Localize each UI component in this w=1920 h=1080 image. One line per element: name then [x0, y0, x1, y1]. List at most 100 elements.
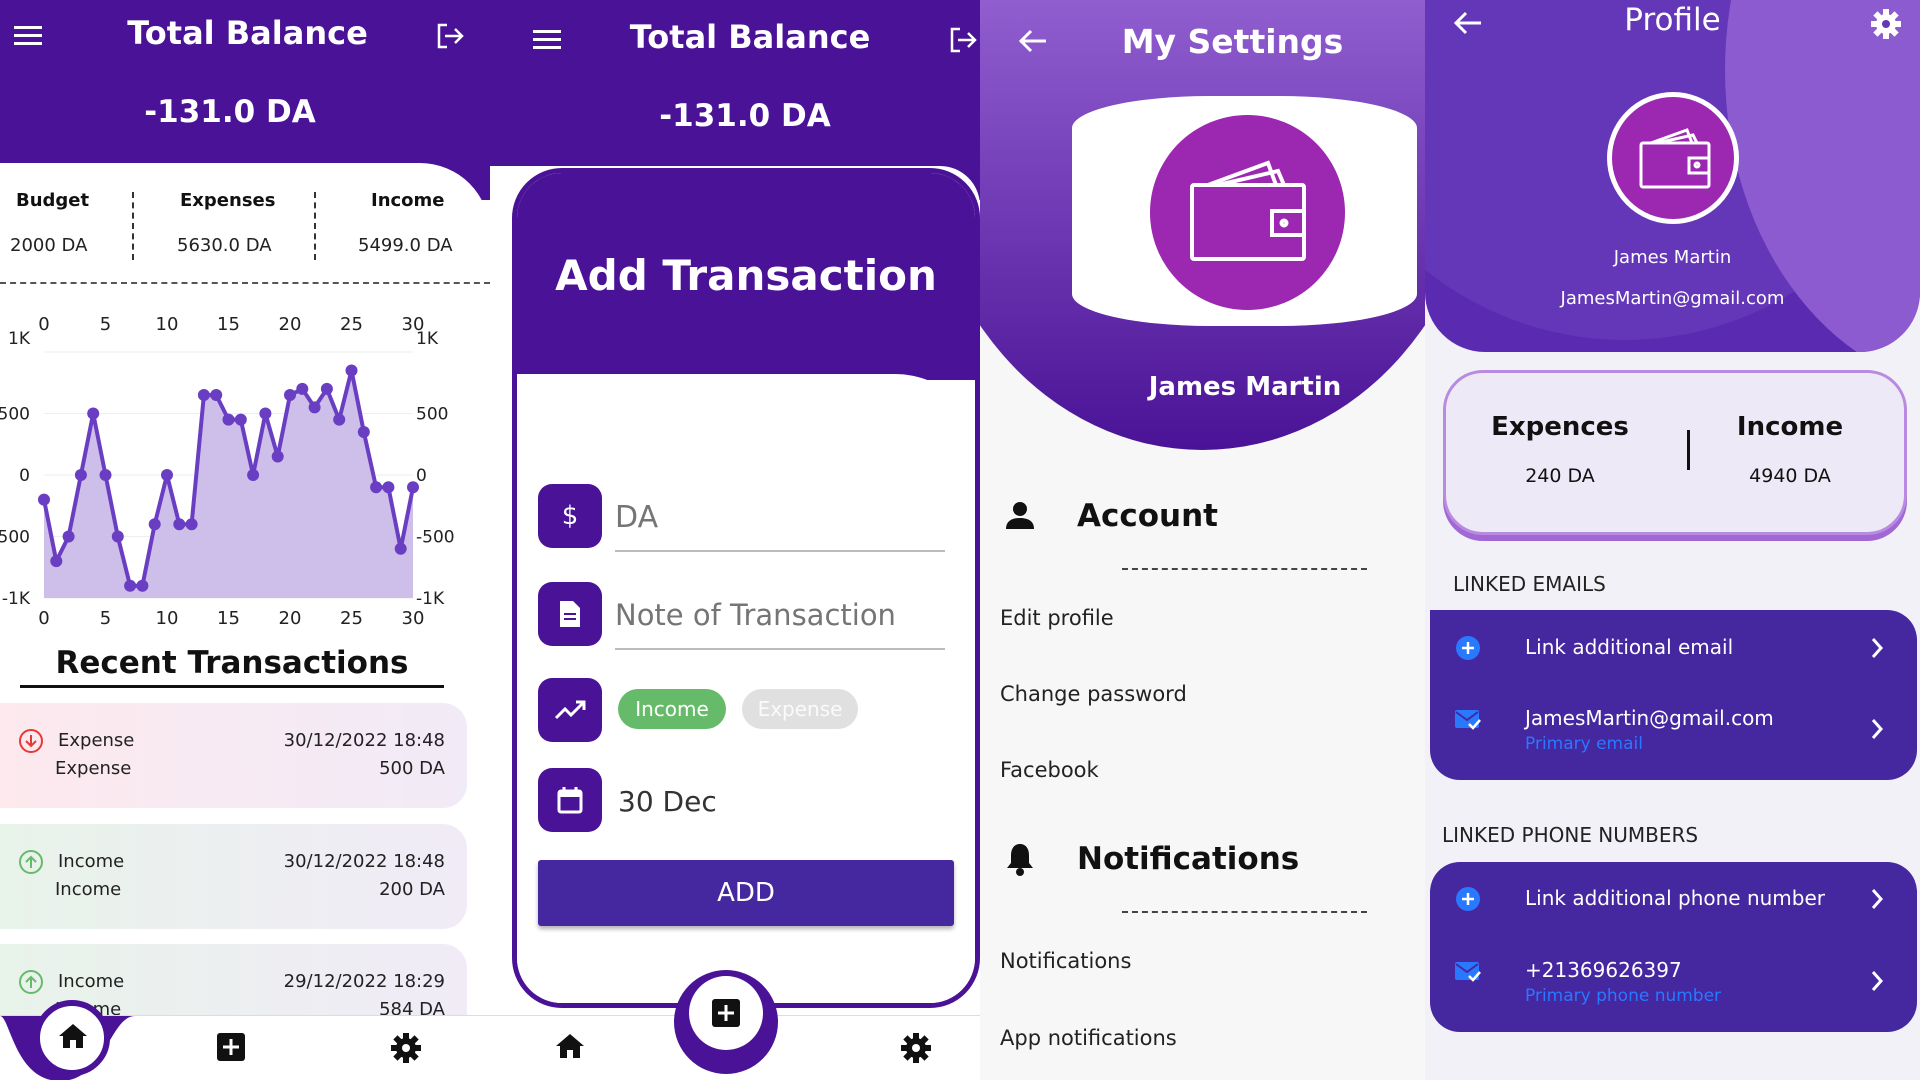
- expences-value: 240 DA: [1525, 465, 1595, 487]
- data-point: [222, 413, 235, 426]
- section-divider: [1122, 911, 1367, 913]
- data-point: [296, 382, 309, 395]
- transaction-row[interactable]: Expense Expense 30/12/2022 18:48 500 DA: [0, 703, 467, 808]
- note-icon-box: [538, 582, 602, 646]
- income-arrow-icon: [18, 849, 44, 875]
- wallet-icon: [1190, 160, 1306, 261]
- y-tick-label: -500: [416, 528, 455, 548]
- data-point: [99, 469, 112, 481]
- home-icon: [59, 1024, 87, 1048]
- facebook-item[interactable]: Facebook: [1000, 758, 1099, 782]
- x-tick-label: 20: [279, 608, 302, 629]
- y-tick-label: -500: [0, 528, 30, 548]
- x-tick-label: 5: [100, 608, 111, 629]
- data-point: [50, 555, 63, 568]
- data-point: [124, 579, 137, 592]
- budget-value: 2000 DA: [10, 235, 88, 256]
- link-phone-row[interactable]: Link additional phone number: [1430, 870, 1917, 925]
- transaction-date: 29/12/2022 18:29: [283, 971, 445, 992]
- data-point: [62, 530, 75, 543]
- x-tick-label: 10: [156, 314, 179, 335]
- add-tab[interactable]: [216, 1032, 246, 1062]
- settings-tab[interactable]: [390, 1032, 422, 1064]
- data-point: [320, 382, 333, 395]
- link-email-label: Link additional email: [1525, 635, 1734, 659]
- add-box-icon: [712, 999, 740, 1027]
- user-name: James Martin: [1148, 372, 1342, 402]
- profile-email: JamesMartin@gmail.com: [1560, 288, 1785, 309]
- income-chip[interactable]: Income: [618, 689, 726, 729]
- note-underline: [615, 648, 945, 650]
- x-tick-label: 0: [38, 608, 49, 629]
- page-title: Total Balance: [127, 14, 368, 52]
- document-icon: [560, 601, 580, 627]
- add-button[interactable]: ADD: [538, 860, 954, 926]
- note-input[interactable]: [615, 592, 945, 638]
- edit-profile-item[interactable]: Edit profile: [1000, 606, 1114, 630]
- settings-tab[interactable]: [900, 1032, 932, 1064]
- notifications-item[interactable]: Notifications: [1000, 949, 1131, 973]
- dollar-icon: $: [561, 501, 579, 531]
- mail-check-icon: [1455, 962, 1481, 982]
- logout-icon[interactable]: [948, 26, 978, 54]
- stats-card: [0, 163, 490, 293]
- home-tab[interactable]: [555, 1032, 585, 1060]
- phone-value: +21369626397: [1525, 958, 1682, 982]
- transaction-date: 30/12/2022 18:48: [283, 730, 445, 751]
- menu-icon[interactable]: [533, 28, 563, 52]
- menu-icon[interactable]: [14, 24, 44, 48]
- data-point: [148, 518, 161, 531]
- x-tick-label: 10: [156, 608, 179, 629]
- account-heading: Account: [1077, 498, 1218, 534]
- income-value: 5499.0 DA: [358, 235, 453, 256]
- data-point: [259, 407, 272, 420]
- transaction-note: Income: [55, 879, 122, 900]
- stats-divider: [314, 192, 316, 260]
- transaction-date: 30/12/2022 18:48: [283, 851, 445, 872]
- phone-row[interactable]: +21369626397 Primary phone number: [1430, 940, 1917, 1015]
- transaction-type: Income: [58, 851, 125, 872]
- data-point: [210, 389, 223, 402]
- home-tab[interactable]: [34, 1000, 110, 1076]
- email-value: JamesMartin@gmail.com: [1525, 706, 1774, 730]
- dashed-separator: [0, 282, 490, 284]
- logout-icon[interactable]: [435, 22, 465, 50]
- data-point: [308, 401, 321, 414]
- y-tick-label: -1K: [2, 589, 31, 609]
- x-tick-label: 25: [340, 608, 363, 629]
- transaction-note: Expense: [55, 758, 132, 779]
- add-circle-icon: [1456, 887, 1480, 911]
- x-tick-label: 15: [217, 608, 240, 629]
- type-icon-box: [538, 678, 602, 742]
- back-arrow-icon[interactable]: [1453, 10, 1483, 36]
- data-point: [382, 481, 395, 494]
- page-title: Total Balance: [629, 18, 871, 56]
- y-tick-label: 500: [0, 405, 30, 425]
- y-tick-label: 1K: [416, 329, 439, 349]
- data-point: [111, 530, 124, 543]
- data-point: [161, 469, 173, 481]
- date-value[interactable]: 30 Dec: [618, 785, 717, 818]
- back-arrow-icon[interactable]: [1018, 28, 1048, 54]
- settings-screen: My Settings James Martin Account Edit pr…: [980, 0, 1425, 1080]
- expense-chip[interactable]: Expense: [742, 689, 858, 729]
- gear-icon[interactable]: [1870, 8, 1902, 40]
- income-value: 4940 DA: [1749, 465, 1831, 487]
- expense-arrow-icon: [18, 728, 44, 754]
- add-tab[interactable]: [689, 976, 763, 1050]
- section-divider: [1122, 568, 1367, 570]
- dashboard-screen: Total Balance -131.0 DA Budget 2000 DA E…: [0, 0, 490, 1080]
- app-notifications-item[interactable]: App notifications: [1000, 1026, 1177, 1050]
- link-email-row[interactable]: Link additional email: [1430, 620, 1917, 675]
- transaction-amount: 500 DA: [379, 758, 445, 779]
- change-password-item[interactable]: Change password: [1000, 682, 1187, 706]
- amount-input[interactable]: [615, 494, 945, 540]
- transaction-row[interactable]: Income Income 30/12/2022 18:48 200 DA: [0, 824, 467, 929]
- expences-label: Expences: [1491, 412, 1629, 442]
- gear-icon: [391, 1033, 421, 1063]
- expenses-value: 5630.0 DA: [177, 235, 272, 256]
- date-icon-box: [538, 768, 602, 832]
- email-row[interactable]: JamesMartin@gmail.com Primary email: [1430, 690, 1917, 765]
- card-title: Add Transaction: [555, 251, 937, 300]
- x-tick-label: 15: [217, 314, 240, 335]
